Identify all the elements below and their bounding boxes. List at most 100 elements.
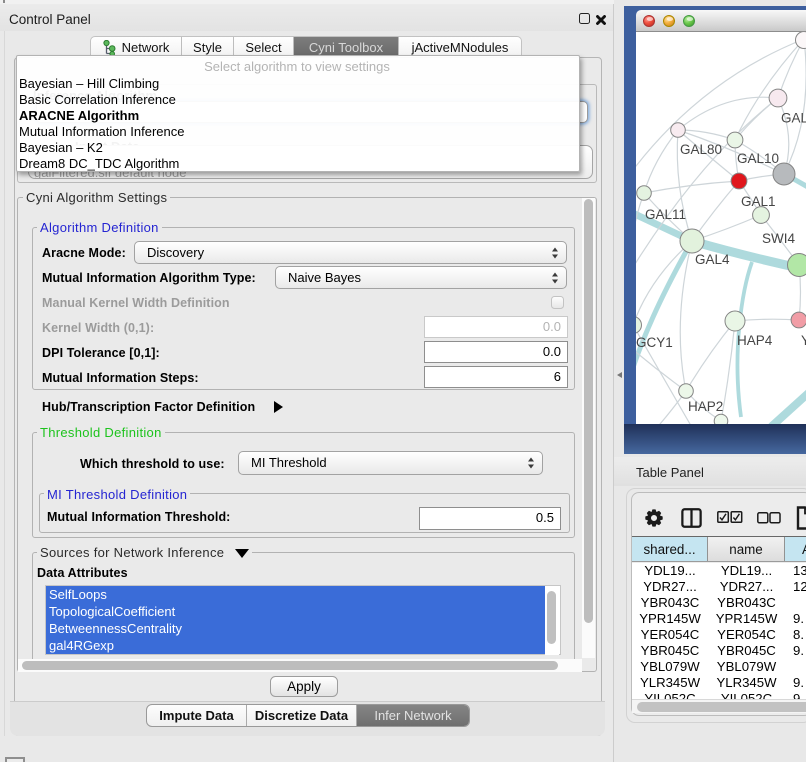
which-threshold-combobox[interactable]: MI Threshold — [238, 451, 543, 475]
threshold-definition-title: Threshold Definition — [37, 425, 165, 440]
mi-steps-field[interactable]: 6 — [424, 366, 568, 388]
table-row[interactable]: YBR043CYBR043C — [632, 595, 806, 611]
node-label: GAL4 — [695, 252, 730, 267]
list-scrollbar-thumb[interactable] — [547, 591, 556, 644]
list-item[interactable]: TopologicalCoefficient — [46, 603, 546, 620]
close-traffic-light-icon[interactable] — [643, 15, 655, 27]
node-label: GAL1 — [741, 194, 776, 209]
list-item[interactable]: SelfLoops — [46, 586, 546, 603]
gear-icon[interactable] — [645, 509, 663, 527]
algorithm-definition-title: Algorithm Definition — [37, 220, 162, 235]
dpi-tolerance-label: DPI Tolerance [0,1]: — [42, 346, 160, 360]
table-row[interactable]: YER054CYER054C8. — [632, 627, 806, 643]
data-attributes-list: SelfLoops TopologicalCoefficient Between… — [45, 585, 561, 655]
stepper-icon — [551, 247, 558, 258]
mi-threshold-field[interactable]: 0.5 — [419, 507, 561, 530]
node — [731, 173, 747, 189]
table-body: YDL19...YDL19...13 YDR27...YDR27...12 YB… — [632, 563, 806, 703]
zoom-traffic-light-icon[interactable] — [683, 15, 695, 27]
tab-jactivemnodules-label: jActiveMNodules — [412, 40, 509, 55]
splitter-handle[interactable] — [617, 372, 622, 378]
dropdown-item[interactable]: Dream8 DC_TDC Algorithm — [17, 156, 577, 172]
float-window-icon[interactable] — [579, 13, 590, 24]
close-icon[interactable] — [596, 15, 606, 25]
apply-button[interactable]: Apply — [270, 676, 338, 697]
settings-horizontal-scrollbar-thumb[interactable] — [22, 661, 558, 670]
column-header-name[interactable]: name — [708, 537, 785, 561]
dropdown-item-selected[interactable]: ARACNE Algorithm — [17, 108, 577, 124]
expand-arrow-icon[interactable] — [274, 401, 283, 413]
mi-type-combobox[interactable]: Naive Bayes — [275, 266, 567, 289]
minimize-traffic-light-icon[interactable] — [663, 15, 675, 27]
tab-cyni-toolbox-label: Cyni Toolbox — [309, 40, 383, 55]
dropdown-item[interactable]: Basic Correlation Inference — [17, 92, 577, 108]
table-horizontal-scrollbar[interactable] — [632, 699, 806, 713]
kernel-width-field[interactable]: 0.0 — [424, 316, 568, 338]
dock-icon[interactable] — [5, 757, 25, 762]
dropdown-item[interactable]: Bayesian – K2 — [17, 140, 577, 156]
network-view[interactable]: GAL GAL80 GAL10 GAL1 GAL11 SWI4 GAL4 HAP… — [636, 32, 806, 424]
table-cell: YBL079W — [708, 659, 785, 675]
dropdown-placeholder: Select algorithm to view settings — [17, 59, 577, 75]
tab-discretize-data[interactable]: Discretize Data — [247, 705, 357, 726]
new-file-icon[interactable] — [796, 506, 806, 531]
tab-infer-network[interactable]: Infer Network — [357, 705, 469, 726]
table-horizontal-scrollbar-thumb[interactable] — [637, 702, 806, 712]
table-row[interactable]: YBR045CYBR045C9. — [632, 643, 806, 659]
list-scrollbar[interactable] — [545, 586, 559, 655]
node-label: GAL10 — [737, 151, 779, 166]
aracne-mode-combobox[interactable]: Discovery — [134, 241, 567, 264]
dropdown-item[interactable]: Mutual Information Inference — [17, 124, 577, 140]
tab-impute-data[interactable]: Impute Data — [147, 705, 247, 726]
table-row[interactable]: YLR345WYLR345W9. — [632, 675, 806, 691]
node — [727, 132, 743, 148]
table-row[interactable]: YPR145WYPR145W9. — [632, 611, 806, 627]
settings-vertical-scrollbar-thumb[interactable] — [584, 199, 593, 623]
table-cell: YBR043C — [632, 595, 708, 611]
list-item[interactable]: BetweennessCentrality — [46, 620, 546, 637]
table-cell: 9. — [785, 611, 806, 627]
list-item[interactable]: gal4RGexp — [46, 637, 546, 654]
table-cell: 12 — [785, 579, 806, 595]
tab-impute-data-label: Impute Data — [159, 708, 233, 723]
node-label: GAL80 — [680, 142, 722, 157]
split-table-icon[interactable] — [681, 508, 702, 528]
algorithm-dropdown-popup: Select algorithm to view settings Bayesi… — [16, 55, 580, 172]
network-graph: GAL GAL80 GAL10 GAL1 GAL11 SWI4 GAL4 HAP… — [636, 32, 806, 424]
manual-kernel-checkbox[interactable] — [551, 296, 564, 309]
control-panel-titlebar: Control Panel — [0, 4, 613, 31]
panel-left-edge — [4, 31, 5, 736]
settings-vertical-scrollbar[interactable] — [582, 198, 595, 658]
table-row[interactable]: YDR27...YDR27...12 — [632, 579, 806, 595]
tab-style-label: Style — [193, 40, 222, 55]
network-window-titlebar[interactable] — [636, 10, 806, 32]
network-icon — [103, 40, 117, 55]
table-row[interactable]: YBL079WYBL079W — [632, 659, 806, 675]
sources-title[interactable]: Sources for Network Inference — [37, 545, 252, 560]
node-label: HAP2 — [688, 399, 723, 414]
unchecked-columns-icon[interactable] — [757, 512, 783, 524]
table-row[interactable]: YDL19...YDL19...13 — [632, 563, 806, 579]
node — [671, 123, 686, 138]
checked-columns-icon[interactable] — [717, 511, 743, 524]
manual-kernel-label: Manual Kernel Width Definition — [42, 296, 230, 310]
node-label: Y — [801, 333, 806, 348]
table-cell: 9. — [785, 643, 806, 659]
stepper-icon — [527, 458, 534, 469]
node — [636, 317, 642, 334]
settings-horizontal-scrollbar[interactable] — [18, 659, 582, 672]
table-cell: 13 — [785, 563, 806, 579]
dropdown-item[interactable]: Bayesian – Hill Climbing — [17, 76, 577, 92]
dpi-tolerance-field[interactable]: 0.0 — [424, 341, 568, 363]
mi-type-value: Naive Bayes — [288, 270, 361, 285]
table-cell: YPR145W — [632, 611, 708, 627]
column-header-partial[interactable]: A — [785, 537, 806, 561]
hub-definition-label[interactable]: Hub/Transcription Factor Definition — [42, 400, 255, 414]
table-cell — [785, 659, 806, 675]
column-header-shared-name[interactable]: shared... — [632, 537, 708, 561]
mi-steps-label: Mutual Information Steps: — [42, 371, 199, 385]
table-cell: YBR045C — [708, 643, 785, 659]
node — [753, 207, 770, 224]
node-label: SWI4 — [762, 231, 795, 246]
table-cell: YER054C — [708, 627, 785, 643]
